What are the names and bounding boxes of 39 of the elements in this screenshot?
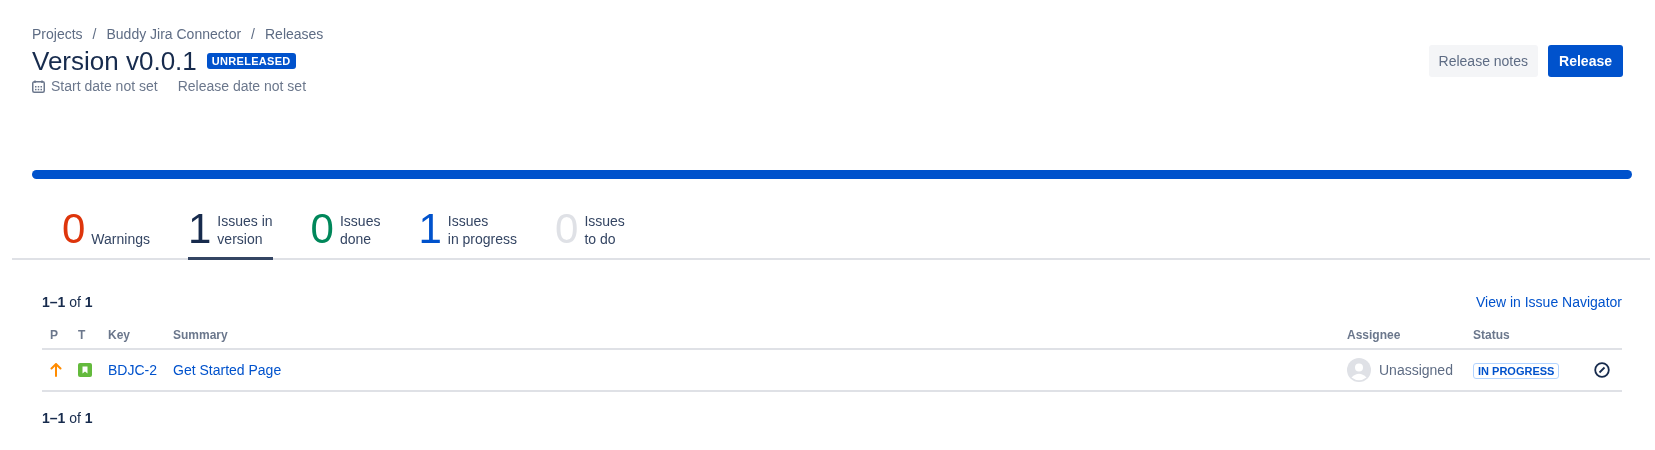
column-header: Status — [1473, 328, 1510, 342]
status-lozenge: UNRELEASED — [206, 53, 296, 69]
avatar-icon — [1347, 358, 1371, 382]
release-button[interactable]: Release — [1548, 45, 1623, 77]
release-date: Release date not set — [177, 78, 307, 94]
tab-label: Warnings — [91, 230, 150, 249]
issue-navigator-link[interactable]: View in Issue Navigator — [1475, 294, 1622, 310]
status-lozenge: IN PROGRESS — [1473, 362, 1560, 379]
breadcrumb-link[interactable]: Buddy Jira Connector — [106, 26, 242, 42]
tab-count: 0 — [310, 209, 334, 249]
tab-count: 1 — [188, 209, 212, 249]
tab-label: Issues done — [339, 212, 381, 249]
stat-tab[interactable]: 0 Warnings — [62, 209, 150, 260]
start-date: Start date not set — [51, 78, 158, 94]
breadcrumb-separator: / — [92, 26, 97, 42]
release-notes-button[interactable]: Release notes — [1428, 45, 1539, 77]
tab-label: Issues to do — [584, 212, 625, 249]
tab-label: Issues in version — [217, 212, 273, 249]
column-header: P — [50, 328, 58, 342]
issue-key-link[interactable]: BDJC-2 — [108, 362, 157, 378]
tab-count: 1 — [418, 209, 442, 249]
priority-up-arrow-icon — [50, 363, 62, 377]
column-header: Assignee — [1347, 328, 1401, 342]
column-header: T — [78, 328, 86, 342]
bookmark-icon — [78, 363, 92, 377]
pagination-count: 1–1 of 1 — [42, 294, 93, 310]
assignee-name: Unassigned — [1379, 362, 1453, 378]
version-title: Version v0.0.1 — [32, 46, 197, 76]
column-header: Summary — [173, 328, 228, 342]
pagination-count: 1–1 of 1 — [42, 410, 94, 426]
calendar-icon — [32, 79, 45, 93]
column-header: Key — [108, 328, 130, 342]
breadcrumb-link[interactable]: Projects — [32, 26, 83, 42]
tab-label: Issues in progress — [447, 212, 518, 249]
no-entry-icon[interactable] — [1594, 362, 1610, 378]
breadcrumb-link[interactable]: Releases — [265, 26, 324, 42]
breadcrumb-separator: / — [251, 26, 255, 42]
issue-summary-link[interactable]: Get Started Page — [173, 362, 282, 378]
tab-count: 0 — [62, 209, 86, 249]
